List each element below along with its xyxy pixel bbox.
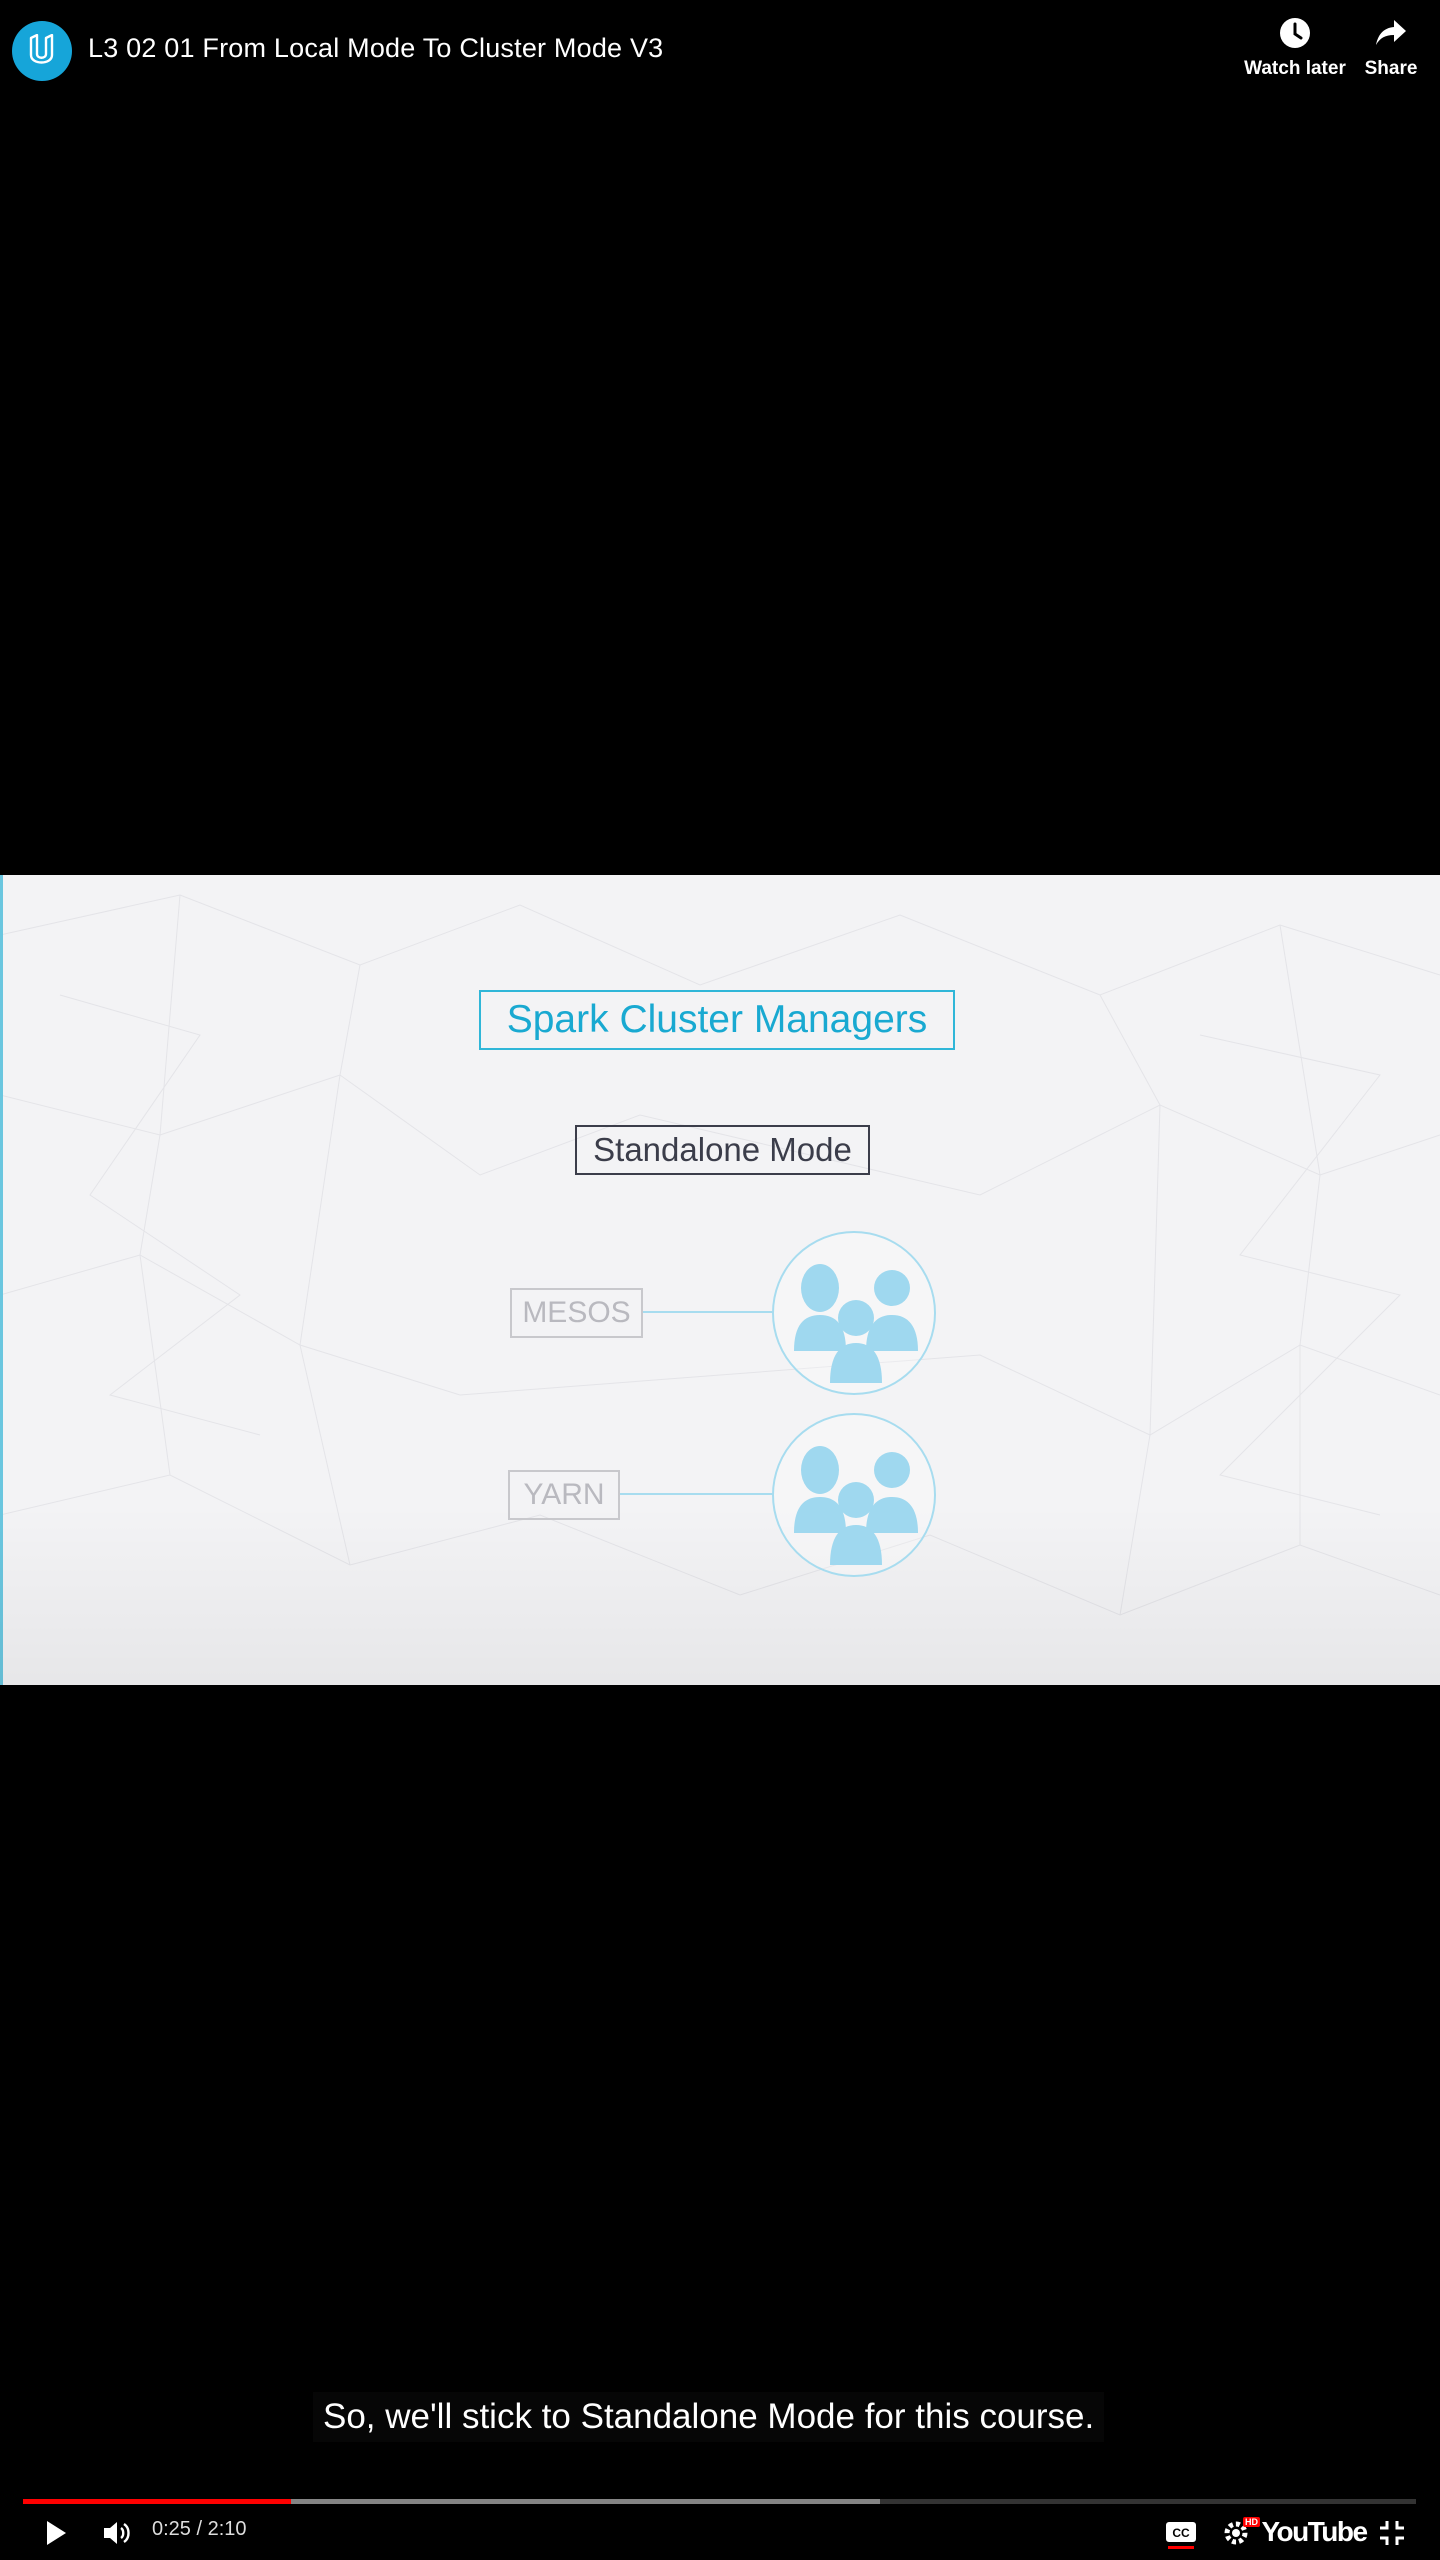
captions-button[interactable]: CC (1162, 2518, 1200, 2550)
exit-fullscreen-button[interactable] (1374, 2516, 1410, 2550)
people-group-icon (794, 1264, 918, 1383)
player-top-bar: L3 02 01 From Local Mode To Cluster Mode… (0, 0, 1440, 110)
youtube-logo[interactable]: YouTube (1261, 2514, 1368, 2550)
mesos-label: MESOS (510, 1288, 643, 1338)
svg-text:CC: CC (1172, 2526, 1190, 2540)
mesos-users-icon (772, 1231, 936, 1395)
share-label: Share (1364, 58, 1418, 79)
mesos-connector (643, 1311, 773, 1313)
yarn-label: YARN (508, 1470, 620, 1520)
play-icon (47, 2521, 66, 2545)
volume-icon (104, 2522, 130, 2544)
channel-logo[interactable] (12, 21, 72, 81)
volume-button[interactable] (96, 2513, 140, 2553)
watch-later-button[interactable]: Watch later (1242, 16, 1348, 80)
settings-button[interactable]: HD (1220, 2514, 1260, 2550)
clock-icon (1280, 18, 1310, 48)
yarn-users-icon (772, 1413, 936, 1577)
udacity-logo-icon (29, 34, 54, 64)
video-frame[interactable]: Spark Cluster Managers Standalone Mode M… (0, 875, 1440, 1685)
play-button[interactable] (36, 2513, 76, 2553)
slide-shade (0, 1505, 1440, 1685)
exit-fullscreen-icon (1380, 2521, 1404, 2545)
slide-title: Spark Cluster Managers (479, 990, 955, 1050)
standalone-mode-label: Standalone Mode (575, 1125, 870, 1175)
progress-played (23, 2499, 292, 2504)
hd-badge: HD (1243, 2517, 1260, 2527)
yarn-connector (620, 1493, 773, 1495)
share-arrow-icon (1376, 20, 1406, 45)
watch-later-label: Watch later (1244, 58, 1346, 79)
time-display: 0:25 / 2:10 (152, 2518, 247, 2540)
people-group-icon (794, 1446, 918, 1565)
caption-text: So, we'll stick to Standalone Mode for t… (313, 2392, 1105, 2442)
progress-bar[interactable] (23, 2499, 1416, 2504)
video-title[interactable]: L3 02 01 From Local Mode To Cluster Mode… (88, 33, 663, 64)
closed-captions-icon: CC (1166, 2522, 1196, 2549)
share-button[interactable]: Share (1360, 16, 1422, 80)
